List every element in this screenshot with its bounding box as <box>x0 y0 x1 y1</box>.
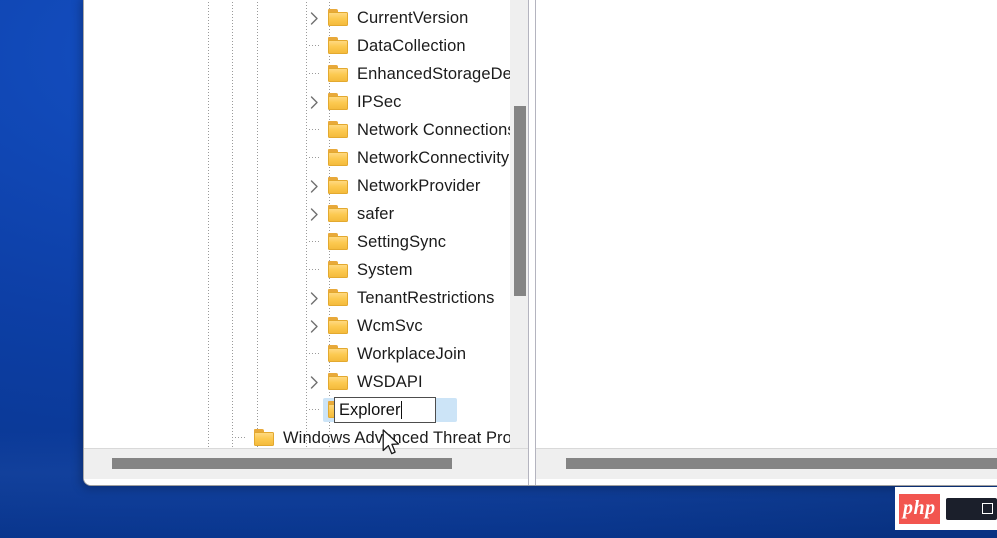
folder-icon <box>254 429 275 446</box>
folder-icon <box>328 317 349 334</box>
folder-icon <box>328 261 349 278</box>
chevron-right-icon[interactable] <box>306 200 322 228</box>
tree-item-label: CurrentVersion <box>357 9 469 27</box>
values-horizontal-scrollbar-thumb[interactable] <box>566 458 997 469</box>
tree-item-network-connections[interactable]: Network Connections <box>84 116 510 144</box>
php-watermark: php <box>895 487 997 530</box>
folder-icon <box>328 93 349 110</box>
tree-item-explorer[interactable]: Explorer <box>84 396 510 424</box>
tree-elbow-connector <box>306 228 322 256</box>
registry-values-list[interactable] <box>536 0 997 448</box>
folder-icon <box>328 65 349 82</box>
registry-values-pane[interactable] <box>536 0 997 485</box>
text-caret <box>401 401 403 419</box>
tree-item-label: TenantRestrictions <box>357 289 495 307</box>
registry-key-tree-pane[interactable]: CurrentVersion DataCollection EnhancedStor… <box>84 0 528 485</box>
tree-item-ipsec[interactable]: IPSec <box>84 88 510 116</box>
tree-vertical-scrollbar[interactable] <box>510 0 528 448</box>
tree-horizontal-scrollbar[interactable] <box>84 448 528 479</box>
tree-elbow-connector <box>306 116 322 144</box>
tree-elbow-connector <box>306 256 322 284</box>
tree-elbow-connector <box>306 60 322 88</box>
folder-icon <box>328 121 349 138</box>
tree-item-networkconnectivitystatusi[interactable]: NetworkConnectivityStatusI <box>84 144 510 172</box>
folder-icon <box>328 9 349 26</box>
tree-item-label: System <box>357 261 413 279</box>
tree-item-label: IPSec <box>357 93 402 111</box>
tree-horizontal-scrollbar-thumb[interactable] <box>112 458 452 469</box>
tree-item-tenantrestrictions[interactable]: TenantRestrictions <box>84 284 510 312</box>
folder-icon <box>328 345 349 362</box>
tree-elbow-connector <box>306 144 322 172</box>
tree-viewport[interactable]: CurrentVersion DataCollection EnhancedStor… <box>84 0 510 448</box>
folder-icon <box>328 205 349 222</box>
tree-elbow-connector <box>232 424 248 448</box>
folder-icon <box>328 177 349 194</box>
tree-item-label: NetworkProvider <box>357 177 481 195</box>
tree-item-workplacejoin[interactable]: WorkplaceJoin <box>84 340 510 368</box>
tree-item-label: WorkplaceJoin <box>357 345 467 363</box>
tree-item-enhancedstoragedevices[interactable]: EnhancedStorageDevices <box>84 60 510 88</box>
tree-item-label: WSDAPI <box>357 373 423 391</box>
tree-item-label: SettingSync <box>357 233 447 251</box>
tree-item-safer[interactable]: safer <box>84 200 510 228</box>
chevron-right-icon[interactable] <box>306 88 322 116</box>
chevron-right-icon[interactable] <box>306 368 322 396</box>
folder-icon <box>328 233 349 250</box>
tree-vertical-scrollbar-thumb[interactable] <box>514 106 526 296</box>
tree-item-wcmsvc[interactable]: WcmSvc <box>84 312 510 340</box>
folder-icon <box>328 289 349 306</box>
tree-item-label: Network Connections <box>357 121 510 139</box>
pane-splitter[interactable] <box>528 0 536 485</box>
tree-item-networkprovider[interactable]: NetworkProvider <box>84 172 510 200</box>
php-logo-badge: php <box>899 493 940 524</box>
tree-item-datacollection[interactable]: DataCollection <box>84 32 510 60</box>
folder-icon <box>328 37 349 54</box>
tree-elbow-connector <box>306 340 322 368</box>
watermark-secondary-logo <box>945 497 997 520</box>
tree-item-label: safer <box>357 205 395 223</box>
folder-icon <box>328 373 349 390</box>
rename-key-input[interactable]: Explorer <box>334 397 436 423</box>
tree-elbow-connector <box>306 32 322 60</box>
chevron-right-icon[interactable] <box>306 312 322 340</box>
tree-item-system[interactable]: System <box>84 256 510 284</box>
chevron-right-icon[interactable] <box>306 284 322 312</box>
tree-item-label: Windows Advanced Threat Pro <box>283 429 510 447</box>
tree-item-currentversion[interactable]: CurrentVersion <box>84 4 510 32</box>
tree-item-wsdapi[interactable]: WSDAPI <box>84 368 510 396</box>
tree-item-label: DataCollection <box>357 37 466 55</box>
chevron-right-icon[interactable] <box>306 172 322 200</box>
tree-item-settingsync[interactable]: SettingSync <box>84 228 510 256</box>
registry-editor-window: CurrentVersion DataCollection EnhancedStor… <box>83 0 997 486</box>
values-horizontal-scrollbar[interactable] <box>536 448 997 479</box>
rename-input-value: Explorer <box>339 401 401 419</box>
chevron-right-icon[interactable] <box>306 4 322 32</box>
folder-icon <box>328 149 349 166</box>
tree-elbow-connector <box>306 396 322 424</box>
tree-item-label: EnhancedStorageDevices <box>357 65 510 83</box>
tree-item-label: WcmSvc <box>357 317 423 335</box>
tree-item-windows-advanced-threat-pro[interactable]: Windows Advanced Threat Pro <box>84 424 510 448</box>
tree-item-label: NetworkConnectivityStatusI <box>357 149 510 167</box>
